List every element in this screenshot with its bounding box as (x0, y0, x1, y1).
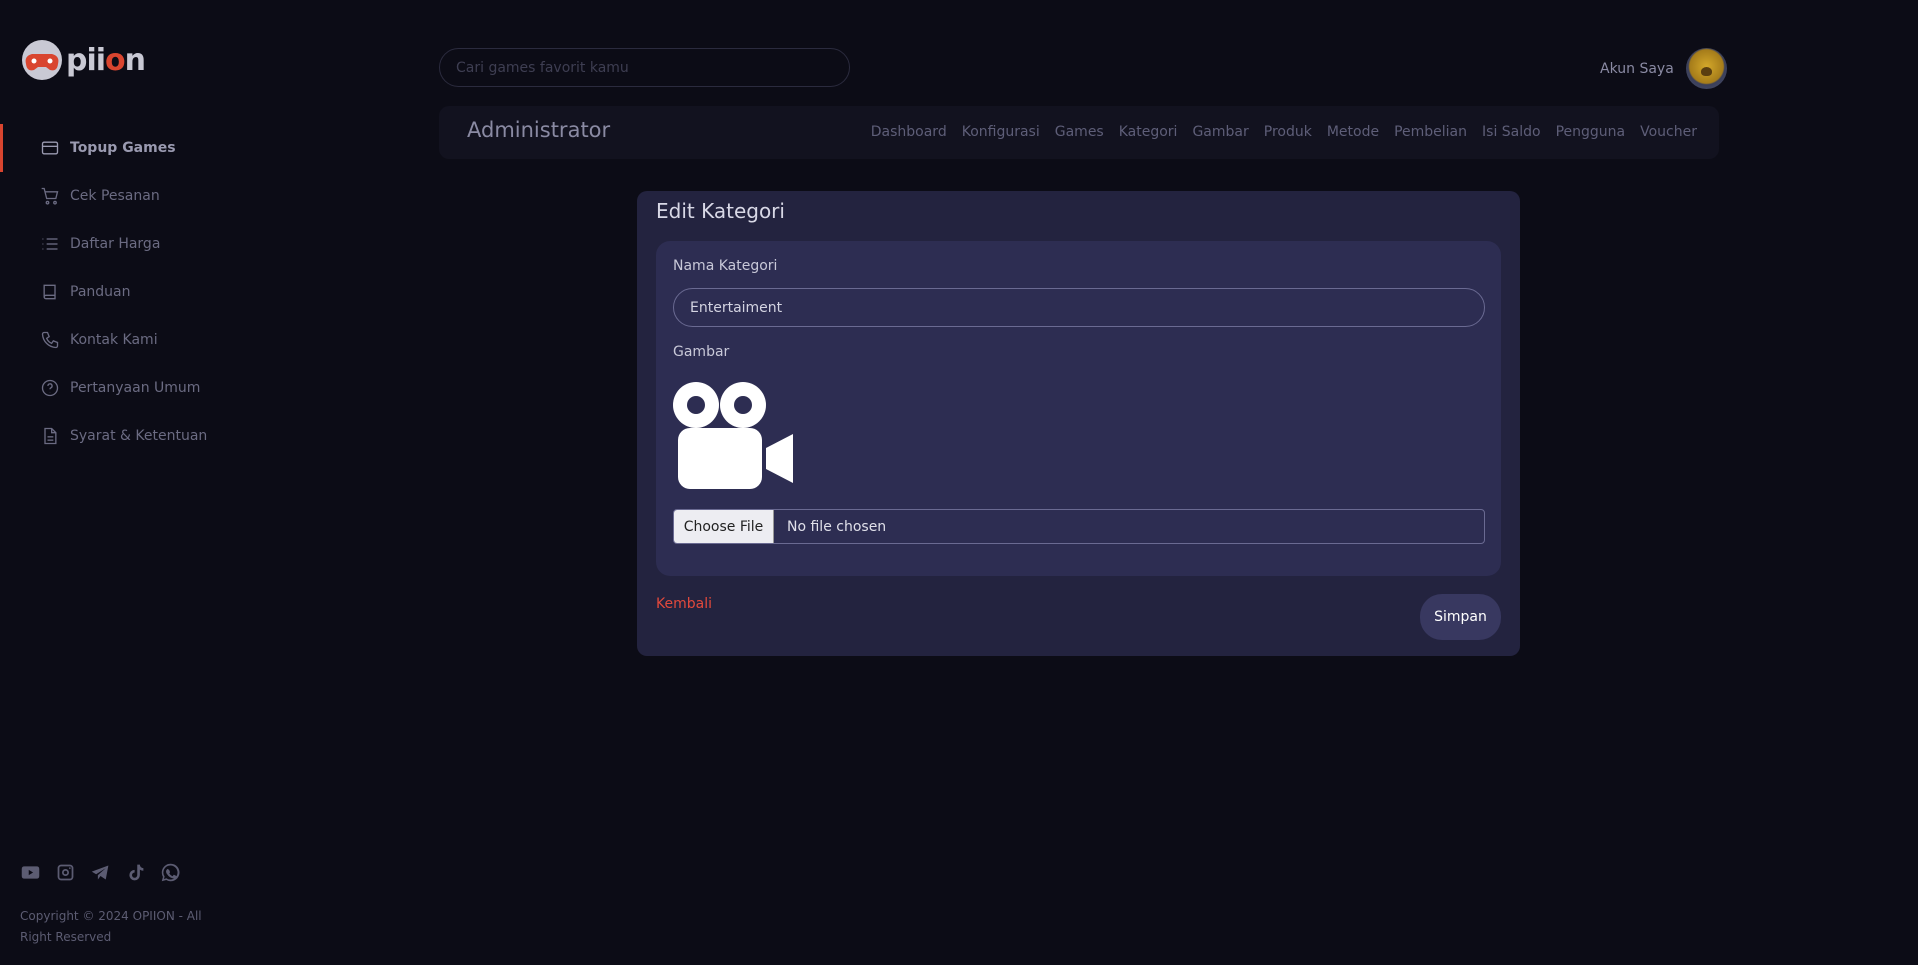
admin-nav-voucher[interactable]: Voucher (1640, 124, 1697, 140)
youtube-icon[interactable] (20, 862, 41, 883)
admin-nav-games[interactable]: Games (1055, 124, 1104, 140)
category-name-input[interactable] (673, 288, 1485, 327)
admin-nav-isi-saldo[interactable]: Isi Saldo (1482, 124, 1541, 140)
admin-nav: Dashboard Konfigurasi Games Kategori Gam… (871, 124, 1697, 140)
save-button[interactable]: Simpan (1420, 594, 1501, 640)
avatar[interactable] (1685, 48, 1727, 89)
sidebar-item-label: Topup Games (70, 140, 176, 156)
instagram-icon[interactable] (55, 862, 76, 883)
sidebar-item-label: Kontak Kami (70, 332, 158, 348)
telegram-icon[interactable] (90, 862, 111, 883)
file-status: No file chosen (787, 518, 887, 535)
sidebar: piion Topup Games Cek Pesanan Daftar Har… (0, 0, 250, 965)
list-icon (42, 238, 58, 250)
gamepad-logo-icon (22, 40, 62, 80)
sidebar-item-kontak-kami[interactable]: Kontak Kami (0, 316, 250, 364)
panel-title: Edit Kategori (656, 199, 785, 223)
book-icon (43, 284, 56, 300)
logo[interactable]: piion (20, 38, 146, 82)
tiktok-icon[interactable] (125, 862, 146, 883)
admin-nav-pembelian[interactable]: Pembelian (1394, 124, 1467, 140)
account-menu[interactable]: Akun Saya (1600, 48, 1727, 89)
image-label: Gambar (673, 344, 730, 360)
back-link[interactable]: Kembali (656, 596, 712, 612)
video-camera-icon (673, 382, 793, 489)
file-input[interactable]: Choose File No file chosen (673, 509, 1485, 544)
sidebar-item-daftar-harga[interactable]: Daftar Harga (0, 220, 250, 268)
search-input[interactable] (439, 48, 850, 87)
admin-nav-kategori[interactable]: Kategori (1119, 124, 1178, 140)
sidebar-item-label: Syarat & Ketentuan (70, 428, 208, 444)
edit-category-panel: Edit Kategori Nama Kategori Gambar Choos… (637, 191, 1520, 656)
admin-nav-pengguna[interactable]: Pengguna (1556, 124, 1626, 140)
sidebar-item-label: Pertanyaan Umum (70, 380, 201, 396)
credit-card-icon (41, 141, 59, 155)
account-label: Akun Saya (1600, 60, 1674, 77)
sidebar-item-cek-pesanan[interactable]: Cek Pesanan (0, 172, 250, 220)
cart-icon (41, 187, 59, 205)
admin-nav-metode[interactable]: Metode (1327, 124, 1379, 140)
phone-icon (41, 331, 59, 349)
copyright-text: Copyright © 2024 OPIION - All Right Rese… (20, 909, 202, 944)
logo-text: piion (66, 42, 146, 78)
admin-nav-produk[interactable]: Produk (1264, 124, 1312, 140)
social-links (20, 862, 181, 883)
sidebar-item-label: Daftar Harga (70, 236, 161, 252)
sidebar-item-syarat-ketentuan[interactable]: Syarat & Ketentuan (0, 412, 250, 460)
sidebar-item-panduan[interactable]: Panduan (0, 268, 250, 316)
sidebar-item-label: Cek Pesanan (70, 188, 160, 204)
sidebar-nav: Topup Games Cek Pesanan Daftar Harga Pan… (0, 124, 250, 460)
choose-file-button[interactable]: Choose File (674, 510, 774, 543)
admin-title: Administrator (467, 118, 611, 142)
question-icon (41, 379, 59, 397)
admin-header: Administrator Dashboard Konfigurasi Game… (439, 106, 1719, 159)
category-name-label: Nama Kategori (673, 258, 778, 274)
admin-nav-gambar[interactable]: Gambar (1192, 124, 1248, 140)
sidebar-item-topup-games[interactable]: Topup Games (0, 124, 250, 172)
whatsapp-icon[interactable] (160, 862, 181, 883)
admin-nav-konfigurasi[interactable]: Konfigurasi (962, 124, 1040, 140)
sidebar-item-label: Panduan (70, 284, 131, 300)
admin-nav-dashboard[interactable]: Dashboard (871, 124, 947, 140)
sidebar-item-pertanyaan-umum[interactable]: Pertanyaan Umum (0, 364, 250, 412)
form-card: Nama Kategori Gambar Choose File No file… (656, 241, 1501, 576)
document-icon (44, 427, 57, 445)
